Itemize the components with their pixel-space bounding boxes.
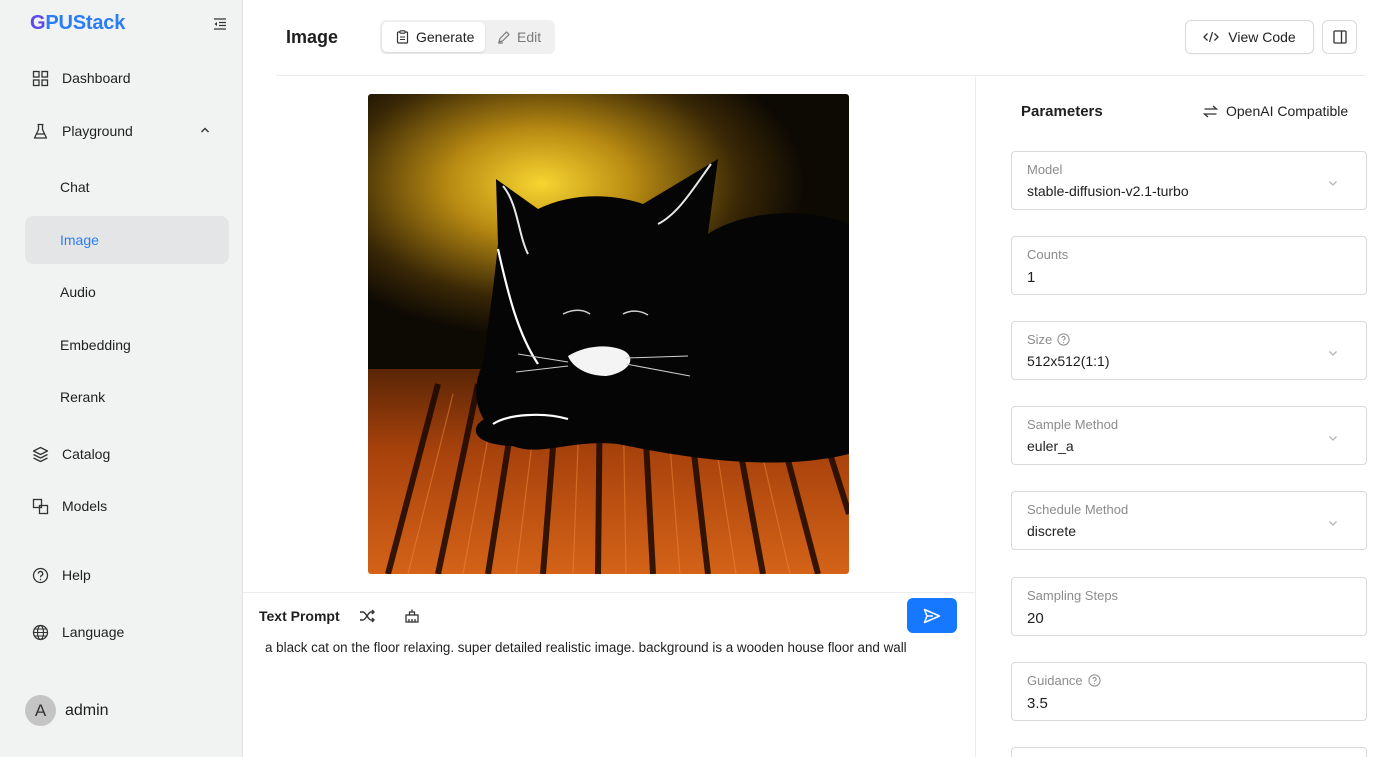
openai-compatible-toggle[interactable]: OpenAI Compatible xyxy=(1203,103,1348,119)
sidebar: GPUStack Dashboard Playground Chat Image… xyxy=(0,0,243,757)
sidebar-item-embedding[interactable]: Embedding xyxy=(25,321,229,369)
field-value: 512x512(1:1) xyxy=(1027,353,1110,369)
sidebar-item-models[interactable]: Models xyxy=(25,482,229,530)
header: Image Generate Edit View Code xyxy=(243,0,1400,75)
field-label: Size xyxy=(1027,332,1053,347)
chevron-down-icon xyxy=(1329,181,1337,186)
page-title: Image xyxy=(286,27,339,47)
sidebar-item-label: Rerank xyxy=(60,389,106,405)
broom-icon[interactable] xyxy=(403,607,421,625)
sidebar-item-image[interactable]: Image xyxy=(25,216,229,264)
field-label: Schedule Method xyxy=(1027,502,1129,517)
question-circle-icon[interactable] xyxy=(1088,674,1101,687)
sidebar-item-dashboard[interactable]: Dashboard xyxy=(25,54,229,102)
logo[interactable]: GPUStack xyxy=(30,12,125,35)
view-code-button[interactable]: View Code xyxy=(1185,20,1314,54)
prompt-area: Text Prompt a black cat on the floor rel… xyxy=(243,592,975,757)
chevron-up-icon xyxy=(201,127,209,133)
counts-input[interactable]: Counts 1 xyxy=(1011,236,1367,295)
chevron-down-icon xyxy=(1329,436,1337,441)
sidebar-item-label: Language xyxy=(62,624,125,640)
layers-icon xyxy=(32,446,49,462)
sidebar-item-help[interactable]: Help xyxy=(25,551,229,599)
prompt-input[interactable]: a black cat on the floor relaxing. super… xyxy=(265,640,965,655)
sidebar-item-label: Image xyxy=(60,232,99,248)
field-value: 3.5 xyxy=(1027,695,1048,712)
chevron-down-icon xyxy=(1329,521,1337,526)
sidebar-item-playground[interactable]: Playground xyxy=(25,107,229,155)
field-label: Model xyxy=(1027,162,1063,177)
menu-fold-icon[interactable] xyxy=(212,16,228,32)
user-menu[interactable]: A admin xyxy=(25,695,109,726)
sidebar-item-label: Embedding xyxy=(60,337,131,353)
field-label-row: Guidance xyxy=(1027,673,1101,688)
tab-edit[interactable]: Edit xyxy=(485,22,553,52)
swap-icon xyxy=(1203,105,1218,117)
sidebar-item-language[interactable]: Language xyxy=(25,608,229,656)
sidebar-item-audio[interactable]: Audio xyxy=(25,268,229,316)
panel-divider xyxy=(975,76,976,757)
image-canvas xyxy=(243,76,975,592)
generated-image[interactable] xyxy=(368,94,849,574)
model-select[interactable]: Model stable-diffusion-v2.1-turbo xyxy=(1011,151,1367,210)
sidebar-item-catalog[interactable]: Catalog xyxy=(25,430,229,478)
question-circle-icon xyxy=(32,567,49,583)
send-button[interactable] xyxy=(907,598,957,633)
guidance-input[interactable]: Guidance 3.5 xyxy=(1011,662,1367,721)
sidebar-item-label: Audio xyxy=(60,284,96,300)
tab-generate[interactable]: Generate xyxy=(382,22,485,52)
prompt-label: Text Prompt xyxy=(259,608,340,624)
view-code-label: View Code xyxy=(1228,29,1296,45)
clipboard-icon xyxy=(396,30,409,44)
field-label: Sample Method xyxy=(1027,417,1119,432)
sidebar-item-label: Chat xyxy=(60,179,90,195)
username: admin xyxy=(65,701,109,719)
field-label: Sampling Steps xyxy=(1027,588,1119,603)
chevron-down-icon xyxy=(1329,351,1337,356)
field-label-row: Size xyxy=(1027,332,1070,347)
field-value: discrete xyxy=(1027,523,1077,539)
field-label: Counts xyxy=(1027,247,1069,262)
models-icon xyxy=(32,498,49,514)
tab-label: Generate xyxy=(416,29,475,45)
sidebar-item-label: Playground xyxy=(62,123,133,139)
sidebar-item-label: Models xyxy=(62,498,108,514)
app-root: GPUStack Dashboard Playground Chat Image… xyxy=(0,0,1400,757)
globe-icon xyxy=(32,624,49,640)
openai-compatible-label: OpenAI Compatible xyxy=(1226,103,1349,119)
sidebar-item-label: Help xyxy=(62,567,91,583)
send-icon xyxy=(923,608,941,623)
next-param-field[interactable] xyxy=(1011,747,1367,757)
field-value: stable-diffusion-v2.1-turbo xyxy=(1027,183,1189,199)
grid-icon xyxy=(32,70,49,86)
sidebar-item-label: Catalog xyxy=(62,446,111,462)
field-value: 1 xyxy=(1027,269,1036,286)
question-circle-icon[interactable] xyxy=(1057,333,1070,346)
shuffle-icon[interactable] xyxy=(358,607,376,625)
flask-icon xyxy=(33,123,48,139)
toggle-panel-button[interactable] xyxy=(1322,20,1357,54)
sampling-steps-input[interactable]: Sampling Steps 20 xyxy=(1011,577,1367,636)
avatar: A xyxy=(25,695,56,726)
field-label: Guidance xyxy=(1027,673,1083,688)
field-value: 20 xyxy=(1027,610,1044,627)
size-select[interactable]: Size 512x512(1:1) xyxy=(1011,321,1367,380)
code-icon xyxy=(1203,31,1220,43)
tab-label: Edit xyxy=(517,29,542,45)
pen-icon xyxy=(498,30,510,44)
schedule-method-select[interactable]: Schedule Method discrete xyxy=(1011,491,1367,550)
sample-method-select[interactable]: Sample Method euler_a xyxy=(1011,406,1367,465)
panel-right-icon xyxy=(1332,30,1347,44)
sidebar-item-label: Dashboard xyxy=(62,70,131,86)
sidebar-item-chat[interactable]: Chat xyxy=(25,163,229,211)
sidebar-item-rerank[interactable]: Rerank xyxy=(25,373,229,421)
parameters-title: Parameters xyxy=(1021,103,1103,120)
mode-segmented-control: Generate Edit xyxy=(380,20,555,54)
field-value: euler_a xyxy=(1027,438,1074,454)
